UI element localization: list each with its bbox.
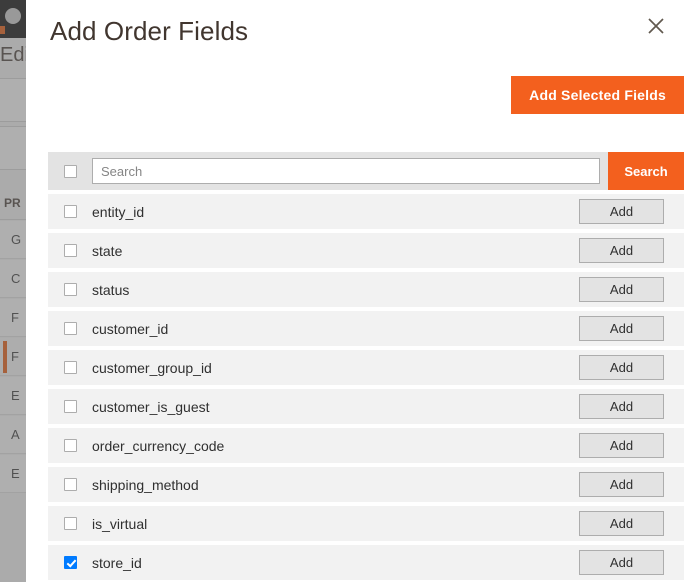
row-action-cell: Add	[579, 355, 684, 380]
add-field-button[interactable]: Add	[579, 199, 664, 224]
row-action-cell: Add	[579, 199, 684, 224]
field-name: customer_id	[92, 321, 579, 337]
modal-header: Add Order Fields	[26, 0, 684, 62]
add-field-button[interactable]: Add	[579, 511, 664, 536]
row-checkbox[interactable]	[64, 478, 77, 491]
page-title: Add Order Fields	[50, 16, 248, 47]
table-row[interactable]: is_virtual Add	[48, 506, 684, 541]
row-checkbox-cell	[48, 283, 92, 296]
table-row[interactable]: state Add	[48, 233, 684, 268]
row-checkbox[interactable]	[64, 283, 77, 296]
search-input[interactable]	[92, 158, 600, 184]
row-checkbox-cell	[48, 439, 92, 452]
row-checkbox[interactable]	[64, 244, 77, 257]
field-name: shipping_method	[92, 477, 579, 493]
row-checkbox-cell	[48, 400, 92, 413]
screen: Edit PR G C F F E A E Add Order Fields	[0, 0, 684, 582]
row-checkbox-cell	[48, 244, 92, 257]
search-button[interactable]: Search	[608, 152, 684, 190]
table-row[interactable]: customer_is_guest Add	[48, 389, 684, 424]
select-all-cell	[48, 165, 92, 178]
row-checkbox-cell	[48, 478, 92, 491]
add-field-button[interactable]: Add	[579, 238, 664, 263]
row-action-cell: Add	[579, 277, 684, 302]
add-order-fields-modal: Add Order Fields Add Selected Fields Sea…	[26, 0, 684, 582]
add-field-button[interactable]: Add	[579, 277, 664, 302]
row-action-cell: Add	[579, 394, 684, 419]
row-action-cell: Add	[579, 316, 684, 341]
row-action-cell: Add	[579, 550, 684, 575]
table-row[interactable]: order_currency_code Add	[48, 428, 684, 463]
add-field-button[interactable]: Add	[579, 316, 664, 341]
close-icon-glyph	[640, 10, 672, 42]
table-row[interactable]: shipping_method Add	[48, 467, 684, 502]
table-row[interactable]: store_id Add	[48, 545, 684, 580]
field-name: customer_group_id	[92, 360, 579, 376]
row-action-cell: Add	[579, 433, 684, 458]
field-name: order_currency_code	[92, 438, 579, 454]
search-cell	[92, 158, 608, 184]
row-checkbox[interactable]	[64, 205, 77, 218]
add-selected-fields-button[interactable]: Add Selected Fields	[511, 76, 684, 114]
row-checkbox[interactable]	[64, 400, 77, 413]
fields-grid: Search entity_id Add state Add	[48, 152, 684, 580]
add-field-button[interactable]: Add	[579, 472, 664, 497]
field-name: status	[92, 282, 579, 298]
field-name: is_virtual	[92, 516, 579, 532]
row-action-cell: Add	[579, 511, 684, 536]
row-checkbox[interactable]	[64, 439, 77, 452]
table-row[interactable]: customer_group_id Add	[48, 350, 684, 385]
add-field-button[interactable]: Add	[579, 550, 664, 575]
table-row[interactable]: entity_id Add	[48, 194, 684, 229]
modal-action-bar: Add Selected Fields	[26, 76, 684, 114]
row-checkbox-cell	[48, 361, 92, 374]
row-checkbox-cell	[48, 322, 92, 335]
field-name: entity_id	[92, 204, 579, 220]
row-action-cell: Add	[579, 238, 684, 263]
field-name: store_id	[92, 555, 579, 571]
table-row[interactable]: status Add	[48, 272, 684, 307]
row-checkbox-cell	[48, 205, 92, 218]
grid-search-row: Search	[48, 152, 684, 190]
add-field-button[interactable]: Add	[579, 355, 664, 380]
row-action-cell: Add	[579, 472, 684, 497]
close-icon[interactable]	[640, 10, 672, 42]
row-checkbox[interactable]	[64, 361, 77, 374]
row-checkbox[interactable]	[64, 556, 77, 569]
select-all-checkbox[interactable]	[64, 165, 77, 178]
row-checkbox-cell	[48, 556, 92, 569]
row-checkbox[interactable]	[64, 517, 77, 530]
field-name: customer_is_guest	[92, 399, 579, 415]
add-field-button[interactable]: Add	[579, 433, 664, 458]
row-checkbox-cell	[48, 517, 92, 530]
add-field-button[interactable]: Add	[579, 394, 664, 419]
row-checkbox[interactable]	[64, 322, 77, 335]
table-row[interactable]: customer_id Add	[48, 311, 684, 346]
field-name: state	[92, 243, 579, 259]
